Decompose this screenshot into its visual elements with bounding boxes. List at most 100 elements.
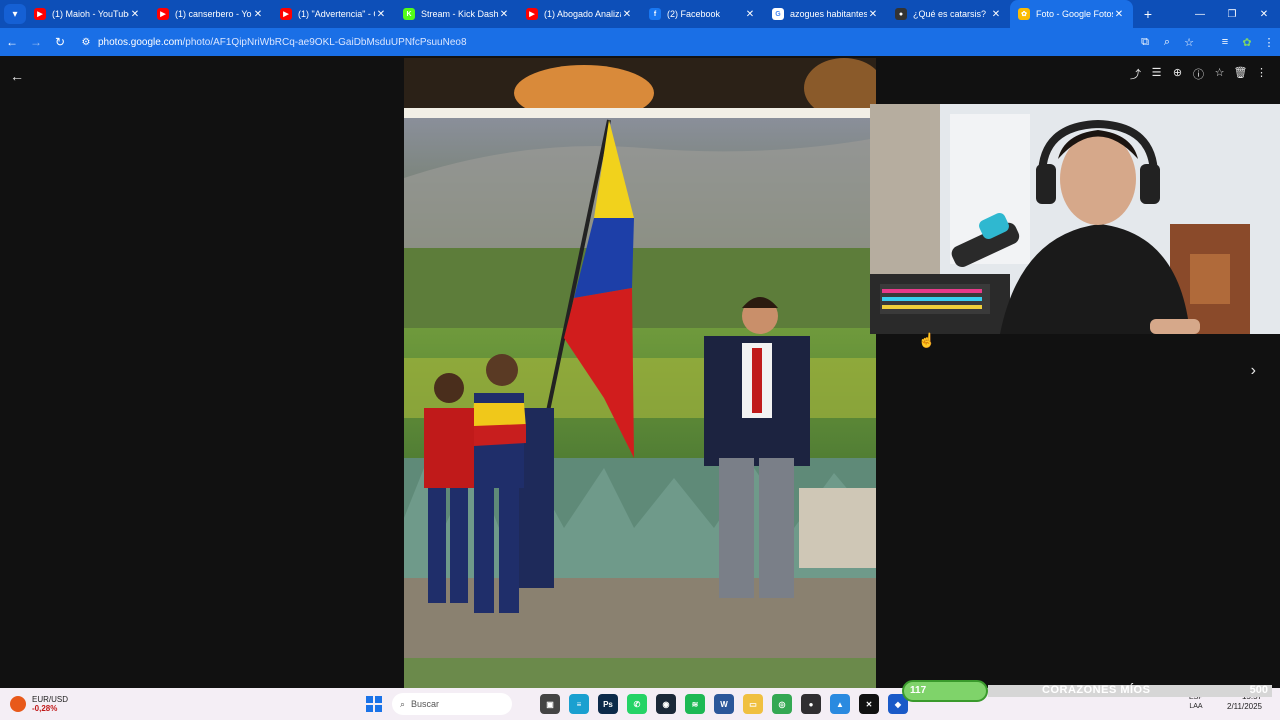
market-widget[interactable]: EUR/USD -0,28% — [10, 695, 130, 713]
close-tab-icon[interactable]: ✕ — [375, 9, 387, 20]
spotify-icon[interactable]: ≋ — [685, 694, 705, 714]
browser-tab[interactable]: K Stream - Kick Dashbo✕ — [395, 0, 518, 28]
browser-tab[interactable]: ▶ (1) Maioh - YouTube ✕ — [26, 0, 149, 28]
goal-title: CORAZONES MÍOS — [1042, 684, 1151, 696]
browser-tab[interactable]: ● ¿Qué es catarsis? ✕ — [887, 0, 1010, 28]
photo-illustration — [404, 58, 876, 688]
tab-search-button[interactable]: ▾ — [4, 4, 26, 24]
extension-icon[interactable]: ✿ — [1236, 36, 1258, 49]
youtube-icon: ▶ — [526, 8, 538, 20]
zoom-icon[interactable]: ⌕ — [1156, 36, 1178, 49]
youtube-icon: ▶ — [34, 8, 46, 20]
close-tab-icon[interactable]: ✕ — [621, 9, 633, 20]
kick-icon: K — [403, 8, 415, 20]
viewer-toolbar: ⤴ ☰ ⊕ ⓘ ☆ 🗑 ⋮ — [1125, 66, 1272, 82]
restore-icon[interactable]: ❐ — [1216, 9, 1248, 20]
tab-label: azogues habitantes - — [790, 9, 867, 19]
obs-icon[interactable]: ● — [801, 694, 821, 714]
minimize-icon[interactable]: — — [1184, 9, 1216, 20]
edit-icon[interactable]: ☰ — [1146, 66, 1167, 82]
photoshop-icon[interactable]: Ps — [598, 694, 618, 714]
new-tab-button[interactable]: + — [1137, 6, 1159, 22]
photo-image[interactable] — [404, 58, 876, 688]
goal-target-value: 500 — [1249, 684, 1268, 696]
goal-current-value: 117 — [910, 685, 927, 696]
ticker-pair: EUR/USD — [32, 695, 69, 704]
file-explorer-icon[interactable]: ▭ — [743, 694, 763, 714]
delete-icon[interactable]: 🗑 — [1230, 66, 1251, 82]
market-trend-icon — [10, 696, 26, 712]
close-tab-icon[interactable]: ✕ — [744, 9, 756, 20]
close-tab-icon[interactable]: ✕ — [252, 9, 264, 20]
webcam-illustration — [870, 104, 1280, 334]
tab-strip: ▶ (1) Maioh - YouTube ✕ ▶ (1) canserbero - Y… — [26, 0, 1133, 28]
omnibox-actions: ⧉ ⌕ ☆ ≡ ✿ ⋮ — [1134, 36, 1280, 49]
browser-tab[interactable]: ▶ (1) Abogado Analiza ✕ — [518, 0, 641, 28]
browser-tab[interactable]: Gazogues habitantes - ✕ — [764, 0, 887, 28]
tab-label: ¿Qué es catarsis? — [913, 9, 987, 19]
zoom-in-icon[interactable]: ⊕ — [1167, 66, 1188, 82]
browser-menu-icon[interactable]: ⋮ — [1258, 36, 1280, 49]
youtube-icon: ▶ — [280, 8, 292, 20]
reload-icon[interactable]: ↻ — [48, 35, 72, 49]
steam-icon[interactable]: ◉ — [656, 694, 676, 714]
tab-label: (1) "Advertencia" - Ca — [298, 9, 375, 19]
close-tab-icon[interactable]: ✕ — [867, 9, 879, 20]
clock-date: 2/11/2025 — [1227, 702, 1262, 711]
info-icon[interactable]: ⓘ — [1188, 66, 1209, 82]
url-domain: photos.google.com — [98, 36, 183, 48]
back-arrow-icon[interactable]: ← — [10, 68, 24, 84]
tab-label: (1) Abogado Analiza — [544, 9, 621, 19]
photo-viewer: ← ⤴ ☰ ⊕ ⓘ ☆ 🗑 ⋮ ☝ › — [0, 56, 1280, 688]
word-icon[interactable]: W — [714, 694, 734, 714]
close-tab-icon[interactable]: ✕ — [129, 9, 141, 20]
media-controls-icon[interactable]: ≡ — [1214, 36, 1236, 48]
site-info-icon[interactable]: ⚙ — [78, 37, 94, 48]
webcam-overlay — [870, 104, 1280, 334]
whatsapp-icon[interactable]: ✆ — [627, 694, 647, 714]
close-tab-icon[interactable]: ✕ — [990, 9, 1002, 20]
browser-tab[interactable]: f (2) Facebook ✕ — [641, 0, 764, 28]
forward-nav-icon[interactable]: → — [24, 35, 48, 49]
favorite-star-icon[interactable]: ☆ — [1209, 66, 1230, 82]
facebook-icon: f — [649, 8, 661, 20]
url-path: /photo/AF1QipNriWbRCq-ae9OKL-GaiDbMsduUP… — [182, 36, 467, 48]
google-icon: G — [772, 8, 784, 20]
tab-label: Stream - Kick Dashbo — [421, 9, 498, 19]
notepad-icon[interactable]: ≡ — [569, 694, 589, 714]
close-tab-icon[interactable]: ✕ — [1113, 9, 1125, 20]
stream-goal-overlay: 117 CORAZONES MÍOS 500 — [902, 680, 1272, 702]
tab-label: (1) Maioh - YouTube — [52, 9, 129, 19]
browser-tab[interactable]: ▶ (1) canserbero - YouT✕ — [149, 0, 272, 28]
browser-tab-bar: ▾ ▶ (1) Maioh - YouTube ✕ ▶ (1) canserbero -… — [0, 0, 1280, 28]
window-controls: — ❐ ✕ — [1184, 9, 1280, 20]
google-photos-icon: ✿ — [1018, 8, 1030, 20]
tab-label: (2) Facebook — [667, 9, 721, 19]
search-placeholder: Buscar — [411, 699, 440, 709]
youtube-icon: ▶ — [157, 8, 169, 20]
tab-label: Foto - Google Fotos — [1036, 9, 1113, 19]
search-icon: ⌕ — [400, 698, 406, 709]
more-options-icon[interactable]: ⋮ — [1251, 66, 1272, 82]
start-windows-icon[interactable] — [366, 696, 382, 712]
close-window-icon[interactable]: ✕ — [1248, 9, 1280, 20]
lang-bottom: LAA — [1189, 703, 1203, 710]
browser-tab[interactable]: ▶ (1) "Advertencia" - Ca✕ — [272, 0, 395, 28]
chrome-icon[interactable]: ◎ — [772, 694, 792, 714]
site-icon: ● — [895, 8, 907, 20]
taskbar-search[interactable]: ⌕ Buscar — [392, 693, 512, 715]
tab-label: (1) canserbero - YouT — [175, 9, 252, 19]
omnibox[interactable]: ⚙ photos.google.com /photo/AF1QipNriWbRC… — [78, 31, 1128, 53]
share-icon[interactable]: ⤴ — [1125, 66, 1146, 82]
image-app-icon[interactable]: ▲ — [830, 694, 850, 714]
ticker-change: -0,28% — [32, 704, 58, 713]
browser-tab[interactable]: ✿ Foto - Google Fotos ✕ — [1010, 0, 1133, 28]
next-photo-icon[interactable]: › — [1251, 362, 1256, 380]
capcut-icon[interactable]: ✕ — [859, 694, 879, 714]
close-tab-icon[interactable]: ✕ — [498, 9, 510, 20]
hand-cursor-icon: ☝ — [918, 332, 936, 348]
install-app-icon[interactable]: ⧉ — [1134, 36, 1156, 49]
bookmark-star-icon[interactable]: ☆ — [1178, 36, 1200, 49]
back-nav-icon[interactable]: ← — [0, 35, 24, 49]
task-view-icon[interactable]: ▣ — [540, 694, 560, 714]
